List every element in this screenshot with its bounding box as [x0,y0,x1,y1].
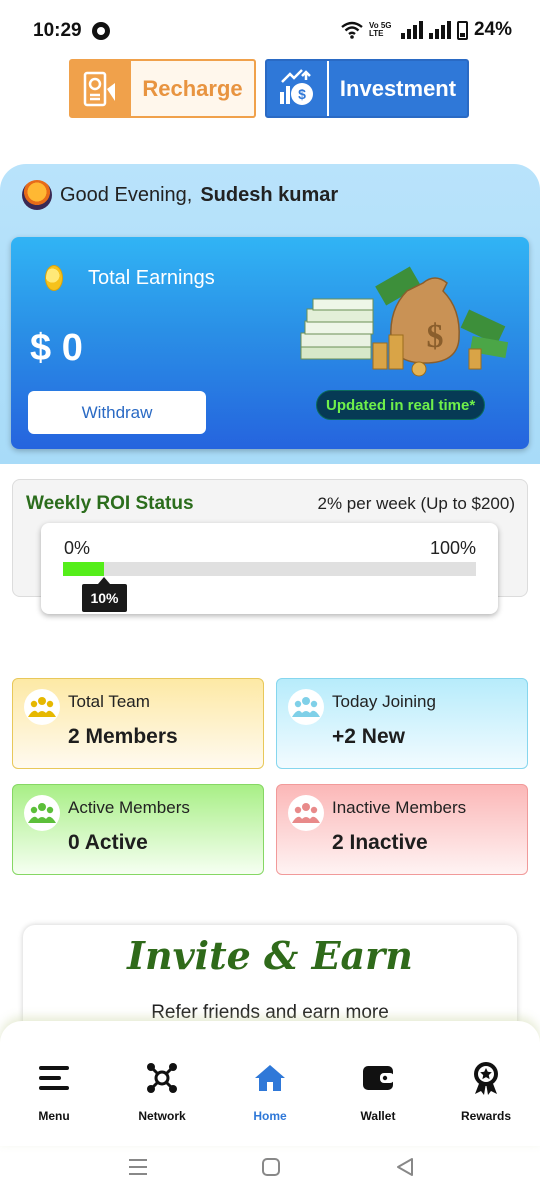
coin-icon [45,265,63,291]
rewards-icon [469,1061,503,1095]
recharge-button[interactable]: Recharge [69,59,256,118]
total-earnings-label: Total Earnings [88,267,215,289]
system-navigation-bar [0,1146,540,1200]
nav-home[interactable]: Home [225,1061,315,1123]
nav-label: Home [253,1109,287,1123]
roi-progress-card: 0% 100% 10% [41,523,498,614]
stat-value: +2 New [332,725,405,748]
stat-title: Active Members [68,798,190,817]
nav-wallet[interactable]: Wallet [333,1061,423,1123]
today-joining-card[interactable]: Today Joining +2 New [276,678,528,769]
roi-min-label: 0% [64,538,91,558]
stat-value: 2 Members [68,725,178,748]
home-system-icon[interactable] [261,1157,281,1177]
investment-button[interactable]: $ Investment [265,59,469,118]
wifi-icon [341,21,363,39]
investment-label: Investment [339,75,457,101]
nav-label: Wallet [360,1109,396,1123]
app-screen: 10:29 Vo 5G LTE 24% Recharge $ Investmen… [0,0,540,1200]
inactive-members-card[interactable]: Inactive Members 2 Inactive [276,784,528,875]
battery-icon [456,20,468,40]
team-icon [24,689,60,725]
recent-apps-icon[interactable] [128,1158,148,1176]
team-icon [288,795,324,831]
stat-value: 0 Active [68,831,148,854]
roi-progress-tooltip: 10% [82,577,127,612]
status-time: 10:29 [33,20,82,41]
menu-icon [37,1061,71,1095]
svg-text:$: $ [427,318,444,355]
nav-label: Network [138,1109,186,1123]
team-icon [288,689,324,725]
signal-icon-2 [428,21,451,39]
sunset-icon [22,180,52,210]
user-name: Sudesh kumar [200,183,339,206]
nav-label: Menu [38,1109,70,1123]
home-icon [253,1061,287,1095]
notification-icon [92,22,110,40]
earnings-card: Total Earnings $ 0 Withdraw Updated in r… [11,237,529,449]
nav-menu[interactable]: Menu [9,1061,99,1123]
battery-percent: 24% [473,19,512,40]
roi-progress-track [63,562,476,576]
stat-title: Today Joining [332,692,436,711]
withdraw-button[interactable]: Withdraw [28,391,206,434]
wallet-icon [361,1061,395,1095]
realtime-badge: Updated in real time* [316,390,486,420]
stat-title: Total Team [68,692,150,711]
invite-title: Invite & Earn [127,933,413,978]
svg-text:$: $ [298,86,306,102]
network-icon [145,1061,179,1095]
total-team-card[interactable]: Total Team 2 Members [12,678,264,769]
money-bag-illustration: $ [300,266,509,377]
recharge-icon [71,61,131,116]
greeting: Good Evening, Sudesh kumar [22,180,338,210]
active-members-card[interactable]: Active Members 0 Active [12,784,264,875]
greeting-prefix: Good Evening, [60,183,193,206]
stat-title: Inactive Members [332,798,467,817]
nav-network[interactable]: Network [117,1061,207,1123]
network-type: Vo 5G LTE [368,21,392,38]
status-bar: 10:29 Vo 5G LTE 24% [0,0,540,60]
nav-label: Rewards [460,1109,512,1123]
team-icon [24,795,60,831]
status-indicators: Vo 5G LTE 24% [341,19,512,41]
roi-title: Weekly ROI Status [26,493,194,514]
roi-progress-fill [63,562,105,576]
stat-value: 2 Inactive [332,831,428,854]
roi-rate: 2% per week (Up to $200) [317,494,516,513]
nav-rewards[interactable]: Rewards [441,1061,531,1123]
back-icon[interactable] [395,1157,415,1177]
investment-icon: $ [267,61,329,116]
roi-max-label: 100% [429,538,476,558]
recharge-label: Recharge [142,75,243,101]
signal-icon [400,21,423,39]
total-earnings-amount: $ 0 [30,327,83,369]
bottom-navigation: Menu Network Home Wallet Rewards [0,1021,540,1146]
